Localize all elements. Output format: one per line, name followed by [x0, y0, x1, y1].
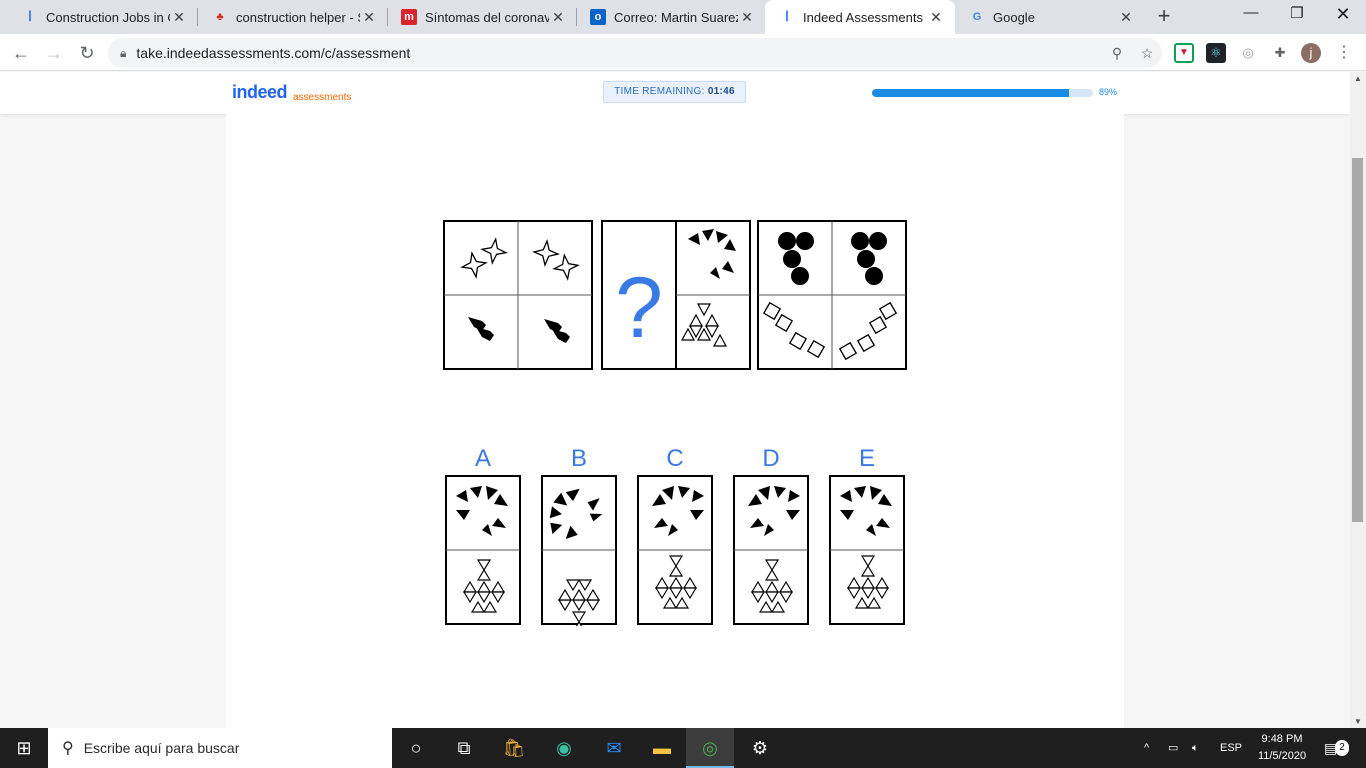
- question-card: [226, 114, 1124, 728]
- notification-count-badge: 2: [1335, 740, 1349, 756]
- scroll-down-icon[interactable]: ▼: [1350, 717, 1366, 726]
- indeed-icon: ꟾ: [785, 11, 789, 24]
- tray-chevron-icon[interactable]: ^: [1144, 728, 1149, 768]
- timer-label: TIME REMAINING:: [614, 86, 705, 97]
- new-tab-button[interactable]: +: [1152, 5, 1176, 29]
- close-icon[interactable]: ✕: [360, 9, 378, 26]
- clock-date: 11/5/2020: [1257, 750, 1307, 762]
- tab-construction-helper[interactable]: ♣ construction helper - Su ✕: [198, 0, 388, 34]
- option-b[interactable]: B: [541, 445, 617, 626]
- scroll-up-icon[interactable]: ▲: [1350, 74, 1366, 83]
- option-a[interactable]: A: [445, 445, 521, 625]
- extension-pocket-icon[interactable]: ▼: [1174, 43, 1194, 63]
- volume-icon[interactable]: 🔈︎: [1192, 728, 1199, 768]
- close-icon[interactable]: ✕: [738, 9, 756, 26]
- time-remaining: TIME REMAINING: 01:46: [603, 81, 746, 103]
- store-icon[interactable]: 🛍︎: [490, 728, 538, 768]
- profile-avatar[interactable]: j: [1301, 43, 1321, 63]
- tab-title: Construction Jobs in Ca: [46, 9, 170, 25]
- puzzle-matrix: ?: [443, 220, 907, 370]
- option-letter: E: [859, 445, 875, 472]
- chrome-icon[interactable]: ◎: [686, 728, 734, 768]
- reload-icon[interactable]: ↻: [74, 40, 100, 66]
- indeed-logo-sub: assessments: [293, 92, 352, 103]
- option-e[interactable]: E: [829, 445, 905, 625]
- close-icon[interactable]: ✕: [1117, 9, 1135, 26]
- windows-start-icon[interactable]: ⊞: [0, 728, 48, 768]
- menu-kebab-icon[interactable]: ⋮: [1334, 43, 1354, 63]
- extension-circle-icon[interactable]: ◎: [1238, 43, 1258, 63]
- search-placeholder: Escribe aquí para buscar: [83, 740, 240, 756]
- option-c[interactable]: C: [637, 445, 713, 625]
- answer-options: A B C D E: [445, 445, 905, 626]
- puzzle-panel-3: [757, 220, 907, 370]
- maple-leaf-icon: ♣: [216, 11, 224, 23]
- tab-sintomas[interactable]: m Síntomas del coronavir ✕: [387, 0, 577, 34]
- puzzle-extensions-icon[interactable]: ✚: [1270, 43, 1290, 63]
- mail-icon[interactable]: ✉: [590, 728, 638, 768]
- react-devtools-icon[interactable]: ⚛: [1206, 43, 1226, 63]
- progress-label: 89%: [1099, 87, 1118, 97]
- task-view-icon[interactable]: ⧉: [440, 728, 488, 768]
- google-icon: G: [972, 11, 982, 23]
- tab-indeed-assessments[interactable]: ꟾ Indeed Assessments ✕: [765, 0, 955, 34]
- minimize-icon[interactable]: —: [1228, 4, 1274, 28]
- settings-gear-icon[interactable]: ⚙: [736, 728, 784, 768]
- file-explorer-icon[interactable]: ▬: [638, 728, 686, 768]
- address-bar[interactable]: 🔒︎ take.indeedassessments.com/c/assessme…: [108, 38, 1162, 68]
- indeed-logo: indeed: [232, 82, 288, 102]
- option-letter: B: [571, 445, 587, 472]
- tab-title: Indeed Assessments: [803, 9, 923, 25]
- tab-google[interactable]: G Google ✕: [955, 0, 1145, 34]
- zoom-icon[interactable]: ⚲: [1102, 45, 1132, 62]
- m-icon: m: [401, 9, 417, 25]
- clock-time: 9:48 PM: [1261, 733, 1303, 745]
- browser-tab-strip: ꟾ Construction Jobs in Ca ✕ ♣ constructi…: [0, 0, 1366, 34]
- option-letter: A: [475, 445, 491, 472]
- puzzle-panel-2: ?: [601, 220, 751, 370]
- tab-title: Correo: Martin Suarez -: [614, 9, 738, 25]
- back-icon[interactable]: ←: [8, 40, 34, 66]
- bookmark-star-icon[interactable]: ☆: [1132, 45, 1162, 62]
- option-letter: C: [666, 445, 683, 472]
- tab-correo[interactable]: o Correo: Martin Suarez - ✕: [576, 0, 766, 34]
- window-close-icon[interactable]: ✕: [1320, 4, 1366, 28]
- tab-title: Síntomas del coronavir: [425, 9, 549, 25]
- indeed-icon: ꟾ: [28, 11, 32, 24]
- outlook-icon: o: [590, 9, 606, 25]
- puzzle-panel-1: [443, 220, 593, 370]
- tab-title: Google: [993, 9, 1035, 25]
- forward-icon[interactable]: →: [41, 40, 67, 66]
- scrollbar-thumb[interactable]: [1352, 158, 1363, 522]
- timer-value: 01:46: [707, 86, 735, 97]
- close-icon[interactable]: ✕: [170, 9, 188, 26]
- lock-icon: 🔒︎: [120, 45, 127, 60]
- page-viewport: indeed assessments TIME REMAINING: 01:46…: [0, 72, 1350, 728]
- tab-construction-jobs[interactable]: ꟾ Construction Jobs in Ca ✕: [8, 0, 198, 34]
- progress-fill: [872, 89, 1069, 97]
- close-icon[interactable]: ✕: [927, 9, 945, 26]
- progress-bar: [872, 89, 1093, 97]
- option-letter: D: [762, 445, 779, 472]
- tab-title: construction helper - Su: [236, 9, 360, 25]
- restore-icon[interactable]: ❐: [1274, 4, 1320, 28]
- taskbar-clock[interactable]: 9:48 PM 11/5/2020: [1250, 731, 1314, 765]
- edge-icon[interactable]: ◉: [540, 728, 588, 768]
- close-icon[interactable]: ✕: [549, 9, 567, 26]
- windows-taskbar: ⊞ ⚲ Escribe aquí para buscar ○ ⧉ 🛍︎ ◉ ✉ …: [0, 728, 1366, 768]
- question-mark: ?: [615, 260, 663, 356]
- page-scrollbar[interactable]: ▲ ▼: [1350, 72, 1366, 728]
- language-indicator[interactable]: ESP: [1220, 728, 1242, 768]
- cortana-icon[interactable]: ○: [392, 728, 440, 768]
- assessment-header: indeed assessments TIME REMAINING: 01:46…: [0, 72, 1350, 114]
- search-icon: ⚲: [62, 740, 74, 757]
- option-d[interactable]: D: [733, 445, 809, 625]
- taskbar-search[interactable]: ⚲ Escribe aquí para buscar: [48, 728, 392, 768]
- url-text[interactable]: take.indeedassessments.com/c/assessment: [136, 45, 1102, 61]
- browser-toolbar: ← → ↻ 🔒︎ take.indeedassessments.com/c/as…: [0, 34, 1366, 71]
- battery-icon[interactable]: ▭: [1168, 728, 1178, 768]
